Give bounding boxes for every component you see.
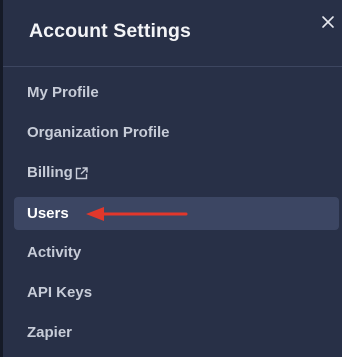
menu-item-organization-profile[interactable]: Organization Profile xyxy=(14,116,339,149)
menu-item-label: My Profile xyxy=(27,84,99,101)
menu-item-zapier[interactable]: Zapier xyxy=(14,316,339,349)
panel-title: Account Settings xyxy=(29,20,191,42)
menu-item-label: API Keys xyxy=(27,284,93,301)
close-icon xyxy=(321,15,335,29)
account-settings-screen: Account Settings My Profile Organization… xyxy=(0,0,342,357)
external-link-icon xyxy=(75,166,88,180)
menu-item-activity[interactable]: Activity xyxy=(14,236,339,269)
menu-item-my-profile[interactable]: My Profile xyxy=(14,76,339,109)
close-button[interactable] xyxy=(316,10,340,34)
menu-item-api-keys[interactable]: API Keys xyxy=(14,276,339,309)
header-divider xyxy=(3,66,342,67)
menu-item-label: Zapier xyxy=(27,324,73,341)
annotation-arrow xyxy=(86,207,188,221)
menu-item-billing[interactable]: Billing xyxy=(14,156,339,189)
menu-item-label: Billing xyxy=(27,164,73,181)
menu-item-label: Users xyxy=(27,205,69,222)
menu-item-label: Organization Profile xyxy=(27,124,170,141)
menu-item-label: Activity xyxy=(27,244,82,261)
